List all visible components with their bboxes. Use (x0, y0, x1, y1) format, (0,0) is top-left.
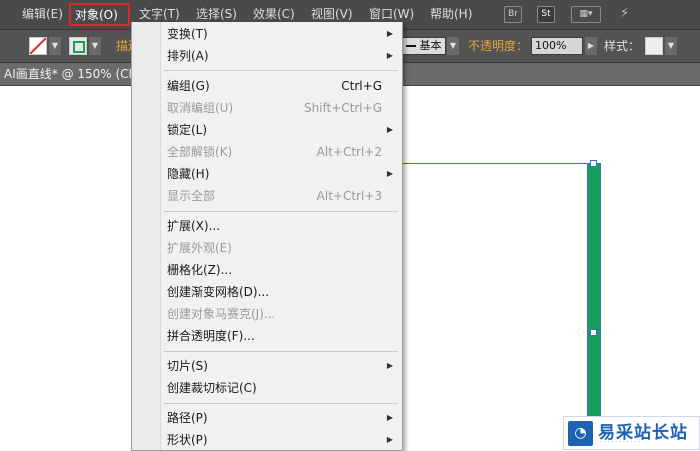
menu-item-shortcut: Ctrl+G (341, 79, 382, 93)
opacity-arrow[interactable]: ▶ (585, 37, 597, 55)
menu-item-label: 变换(T) (167, 27, 208, 41)
menu-item-label: 扩展外观(E) (167, 241, 232, 255)
menu-item-flatten-transparency[interactable]: 拼合透明度(F)... (132, 325, 402, 347)
menu-item-label: 切片(S) (167, 359, 208, 373)
no-fill-icon (30, 38, 46, 54)
fill-dropdown[interactable]: ▼ (49, 37, 61, 55)
menu-item-label: 显示全部 (167, 189, 216, 203)
bridge-icon[interactable]: Br (504, 6, 522, 23)
menu-item-path[interactable]: 路径(P) ▶ (132, 407, 402, 429)
brush-dropdown[interactable]: ▼ (447, 37, 459, 55)
menu-item-label: 创建渐变网格(D)... (167, 285, 270, 299)
menu-item-ungroup[interactable]: 取消编组(U) Shift+Ctrl+G (132, 97, 402, 119)
menu-item-object-mosaic[interactable]: 创建对象马赛克(J)... (132, 303, 402, 325)
menu-item-crop-marks[interactable]: 创建裁切标记(C) (132, 377, 402, 399)
stroke-swatch[interactable] (69, 37, 87, 55)
menu-item-label: 全部解锁(K) (167, 145, 233, 159)
menu-item-show-all[interactable]: 显示全部 Alt+Ctrl+3 (132, 185, 402, 207)
menu-item-label: 排列(A) (167, 49, 209, 63)
menu-item-label: 形状(P) (167, 433, 208, 447)
menu-item-arrange[interactable]: 排列(A) ▶ (132, 45, 402, 67)
submenu-arrow-icon: ▶ (386, 435, 393, 444)
submenu-arrow-icon: ▶ (386, 169, 393, 178)
stroke-color-icon (73, 41, 85, 53)
menu-item-label: 栅格化(Z)... (167, 263, 233, 277)
menu-item-shape[interactable]: 形状(P) ▶ (132, 429, 402, 450)
watermark-subtext: · · · · · · · · · · · (600, 439, 641, 446)
menu-item-rasterize[interactable]: 栅格化(Z)... (132, 259, 402, 281)
menu-object[interactable]: 对象(O) (69, 3, 130, 26)
fill-swatch[interactable] (29, 37, 47, 55)
stock-icon[interactable]: St (537, 6, 555, 23)
submenu-arrow-icon: ▶ (386, 125, 393, 134)
submenu-arrow-icon: ▶ (386, 51, 393, 60)
menu-item-label: 拼合透明度(F)... (167, 329, 255, 343)
selection-bounding-top (400, 163, 593, 164)
site-watermark: ◔ 易采站长站 · · · · · · · · · · · (563, 416, 700, 450)
brush-label: 基本 (419, 39, 442, 52)
menu-item-label: 创建对象马赛克(J)... (167, 307, 276, 321)
menu-item-slice[interactable]: 切片(S) ▶ (132, 355, 402, 377)
menu-edit[interactable]: 编辑(E) (22, 0, 63, 29)
menu-item-shortcut: Alt+Ctrl+2 (316, 145, 382, 159)
menu-item-label: 编组(G) (167, 79, 210, 93)
menu-item-label: 锁定(L) (167, 123, 208, 137)
menu-item-expand[interactable]: 扩展(X)... (132, 215, 402, 237)
selection-handle-middle[interactable] (590, 329, 597, 336)
green-rectangle-shape[interactable] (587, 163, 601, 450)
menu-separator (164, 403, 398, 404)
object-dropdown-menu: 变换(T) ▶ 排列(A) ▶ 编组(G) Ctrl+G 取消编组(U) Shi… (131, 22, 403, 451)
gpu-performance-icon[interactable]: ⚡ (620, 5, 642, 23)
menu-item-expand-appearance[interactable]: 扩展外观(E) (132, 237, 402, 259)
selection-handle-top[interactable] (590, 160, 597, 167)
menu-item-shortcut: Alt+Ctrl+3 (316, 189, 382, 203)
menu-item-unlock-all[interactable]: 全部解锁(K) Alt+Ctrl+2 (132, 141, 402, 163)
style-dropdown[interactable]: ▼ (665, 37, 677, 55)
menu-item-label: 创建裁切标记(C) (167, 381, 257, 395)
submenu-arrow-icon: ▶ (386, 413, 393, 422)
menu-item-lock[interactable]: 锁定(L) ▶ (132, 119, 402, 141)
workspace-layout-icon[interactable]: ▦▾ (571, 6, 601, 23)
menu-item-transform[interactable]: 变换(T) ▶ (132, 23, 402, 45)
menu-item-group[interactable]: 编组(G) Ctrl+G (132, 75, 402, 97)
submenu-arrow-icon: ▶ (386, 361, 393, 370)
submenu-arrow-icon: ▶ (386, 29, 393, 38)
opacity-label[interactable]: 不透明度： (468, 36, 528, 56)
style-label: 样式： (604, 39, 641, 53)
opacity-input[interactable]: 100% (531, 37, 583, 55)
menu-help[interactable]: 帮助(H) (430, 0, 472, 29)
menu-separator (164, 351, 398, 352)
menu-item-gradient-mesh[interactable]: 创建渐变网格(D)... (132, 281, 402, 303)
menu-item-hide[interactable]: 隐藏(H) ▶ (132, 163, 402, 185)
brush-select[interactable]: 基本 (402, 37, 446, 55)
stroke-dropdown[interactable]: ▼ (89, 37, 101, 55)
menu-item-label: 隐藏(H) (167, 167, 210, 181)
watermark-logo-icon: ◔ (568, 421, 593, 446)
menu-item-label: 扩展(X)... (167, 219, 221, 233)
menu-separator (164, 70, 398, 71)
menu-item-label: 取消编组(U) (167, 101, 234, 115)
menu-item-label: 路径(P) (167, 411, 208, 425)
style-swatch[interactable] (645, 37, 663, 55)
menu-separator (164, 211, 398, 212)
menu-item-shortcut: Shift+Ctrl+G (303, 101, 382, 115)
